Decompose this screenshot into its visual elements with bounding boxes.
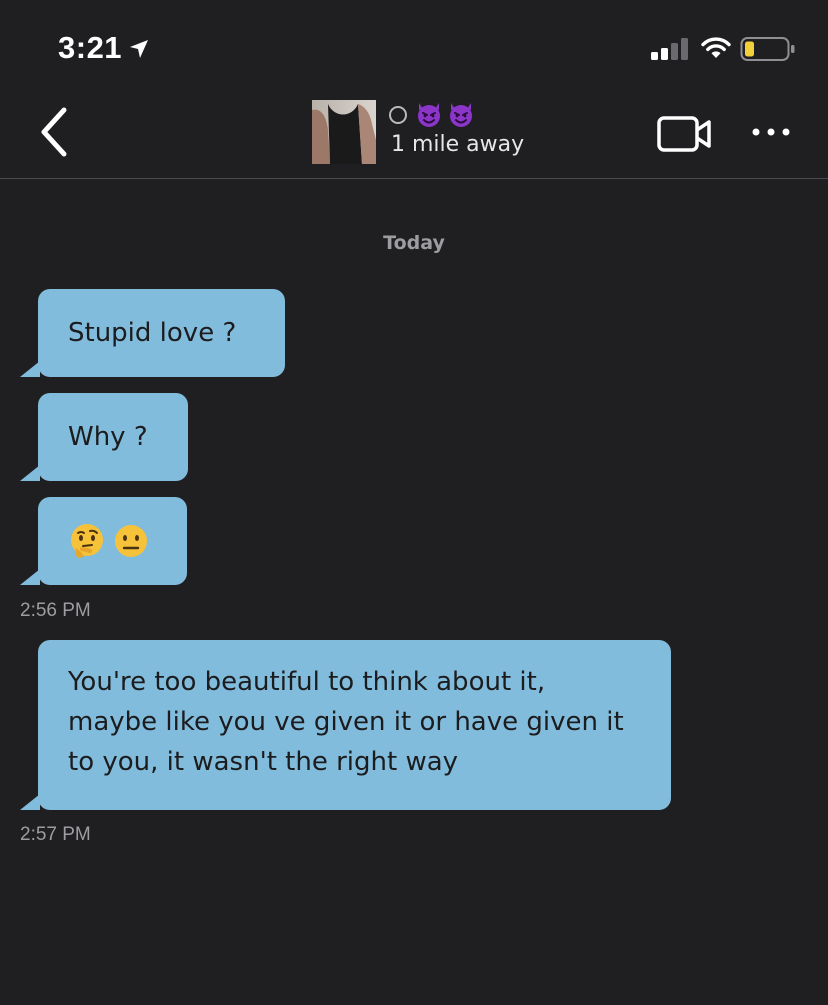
smiling-devil-emoji: [418, 103, 440, 127]
thinking-face-emoji: [71, 524, 103, 558]
cellular-signal-icon: [651, 38, 688, 60]
chat-header: 1 mile away: [0, 90, 828, 179]
wifi-icon: [701, 37, 731, 58]
location-arrow-icon: [130, 40, 148, 58]
message-text: Why ?: [68, 422, 148, 452]
avatar[interactable]: [312, 100, 376, 164]
distance-label: 1 mile away: [391, 132, 525, 157]
emoji-row: [68, 521, 157, 561]
battery-low-icon: [740, 37, 795, 61]
message-timestamp: 2:56 PM: [20, 600, 91, 621]
status-bar: 3:21: [0, 0, 828, 90]
more-options-icon[interactable]: [750, 120, 792, 144]
message-bubble[interactable]: You're too beautiful to think about it, …: [20, 640, 671, 810]
message-bubble[interactable]: Stupid love ?: [20, 289, 285, 377]
message-timestamp: 2:57 PM: [20, 824, 91, 845]
message-text: You're too beautiful to think about it, …: [68, 667, 624, 777]
message-text: Stupid love ?: [68, 318, 237, 348]
status-time: 3:21: [58, 30, 123, 65]
offline-circle-icon: [389, 106, 407, 124]
neutral-face-emoji: [115, 525, 147, 557]
chevron-left-icon[interactable]: [34, 104, 74, 160]
smiling-devil-emoji: [450, 103, 472, 127]
video-camera-icon[interactable]: [657, 114, 713, 154]
message-bubble[interactable]: Why ?: [20, 393, 188, 481]
message-bubble[interactable]: [20, 497, 187, 585]
date-divider: Today: [383, 232, 445, 254]
